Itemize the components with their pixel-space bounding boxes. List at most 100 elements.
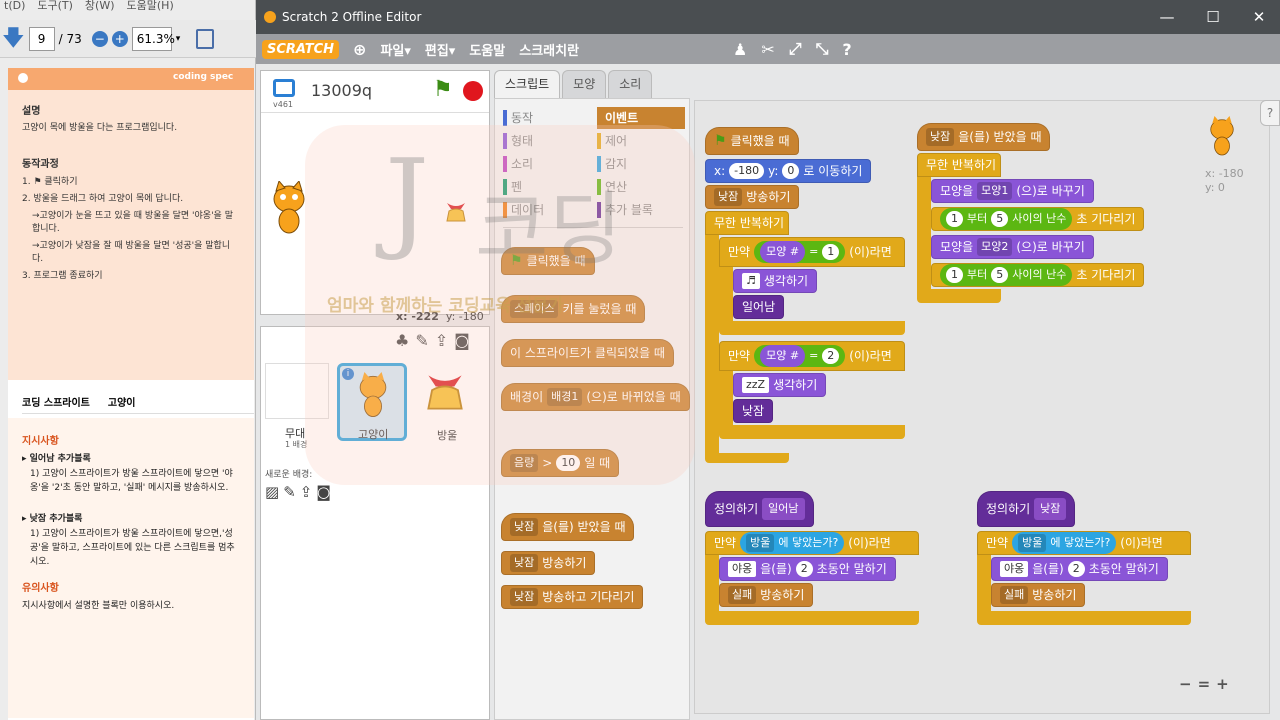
s1-call-nap[interactable]: 낮잠	[733, 399, 774, 423]
s1-if2-condition[interactable]: 모양 # = 2	[754, 345, 846, 367]
help-sidebar-icon[interactable]: ?	[1260, 100, 1280, 126]
palette-when-flag-clicked[interactable]: ⚑ 클릭했을 때	[501, 247, 595, 275]
shrink-icon[interactable]: ⤡	[816, 39, 829, 59]
s3-touching[interactable]: 방울 에 닿았는가?	[740, 532, 845, 554]
block-help-icon[interactable]: ?	[842, 40, 851, 59]
grow-icon[interactable]: ⤢	[789, 39, 802, 59]
zoom-out-icon[interactable]: −	[91, 30, 108, 47]
s1-when-flag-clicked[interactable]: ⚑ 클릭했을 때	[705, 127, 799, 155]
page-number-input[interactable]: 9	[28, 26, 55, 51]
green-flag-icon[interactable]: ⚑	[433, 77, 453, 102]
s3-say[interactable]: 야옹 을(를) 2 초동안 말하기	[719, 557, 896, 581]
duplicate-icon[interactable]: ♟	[733, 40, 747, 59]
menu-edit[interactable]: 편집▾	[425, 40, 455, 59]
s3-if[interactable]: 만약 방울 에 닿았는가? (이)라면	[705, 531, 919, 555]
sprite-thumb-cat[interactable]: i 고양이	[337, 363, 407, 441]
pdf-toolbar: 🡇 9 / 73 − + 61.3% ▾	[0, 20, 256, 58]
stage-cat-sprite[interactable]	[269, 179, 309, 237]
menu-item-view[interactable]: t(D)	[4, 0, 25, 14]
zoom-out-button[interactable]: −	[1179, 675, 1192, 693]
s1-think1[interactable]: ♬ 생각하기	[733, 269, 818, 293]
s2-wait1[interactable]: 1 부터 5 사이의 난수 초 기다리기	[931, 207, 1145, 231]
upload-backdrop-icon[interactable]: ⇪	[300, 483, 313, 501]
category-looks[interactable]: 형태	[503, 130, 591, 152]
palette-broadcast-and-wait[interactable]: 낮잠 방송하고 기다리기	[501, 585, 644, 609]
category-motion[interactable]: 동작	[503, 107, 591, 129]
paint-new-sprite-icon[interactable]: ✎	[415, 331, 428, 350]
menu-file[interactable]: 파일▾	[380, 40, 410, 59]
sprite-thumb-bell[interactable]: 방울	[411, 363, 481, 442]
category-data[interactable]: 데이터	[503, 199, 591, 221]
menu-item-window[interactable]: 창(W)	[85, 0, 115, 14]
cut-icon[interactable]: ✂	[761, 40, 774, 59]
backdrop-camera-icon[interactable]: ◙	[316, 483, 331, 501]
s3-define[interactable]: 정의하기 일어남	[705, 491, 814, 527]
zoom-reset-button[interactable]: =	[1198, 675, 1211, 693]
minimize-icon[interactable]: —	[1144, 0, 1190, 34]
save-icon[interactable]	[196, 28, 215, 49]
s4-say[interactable]: 야옹 을(를) 2 초동안 말하기	[991, 557, 1168, 581]
s1-broadcast[interactable]: 낮잠 방송하기	[705, 185, 800, 209]
new-sprite-library-icon[interactable]: ♣	[395, 331, 409, 350]
s1-goto-xy[interactable]: x: -180 y: 0 로 이동하기	[705, 159, 872, 183]
zoom-select[interactable]: 61.3%	[131, 26, 175, 51]
s1-think2[interactable]: zzZ 생각하기	[733, 373, 827, 397]
s1-if1[interactable]: 만약 모양 # = 1 (이)라면	[719, 237, 905, 267]
tab-scripts[interactable]: 스크립트	[494, 70, 561, 98]
fullscreen-icon[interactable]	[273, 79, 295, 97]
s1-if1-condition[interactable]: 모양 # = 1	[754, 241, 846, 263]
palette-when-backdrop-switches[interactable]: 배경이 배경1 (으)로 바뀌었을 때	[501, 383, 690, 411]
project-name-input[interactable]: 13009q	[311, 81, 372, 100]
palette-when-sprite-clicked[interactable]: 이 스프라이트가 클릭되었을 때	[501, 339, 674, 367]
category-events[interactable]: 이벤트	[597, 107, 685, 129]
palette-broadcast[interactable]: 낮잠 방송하기	[501, 551, 596, 575]
palette-when-key-pressed[interactable]: 스페이스 키를 눌렀을 때	[501, 295, 646, 323]
close-icon[interactable]: ✕	[1236, 0, 1280, 34]
stage-thumbnail[interactable]	[265, 363, 329, 419]
category-control[interactable]: 제어	[597, 130, 685, 152]
category-pen[interactable]: 펜	[503, 176, 591, 198]
category-more-blocks[interactable]: 추가 블록	[597, 199, 685, 221]
s2-switch-costume1[interactable]: 모양을 모양1 (으)로 바꾸기	[931, 179, 1094, 203]
tab-sounds[interactable]: 소리	[608, 70, 653, 98]
s2-forever[interactable]: 무한 반복하기	[917, 153, 1001, 177]
s2-switch-costume2[interactable]: 모양을 모양2 (으)로 바꾸기	[931, 235, 1094, 259]
s2-random1[interactable]: 1 부터 5 사이의 난수	[940, 208, 1073, 230]
s1-forever[interactable]: 무한 반복하기	[705, 211, 789, 235]
s2-when-receive[interactable]: 낮잠 을(를) 받았을 때	[917, 123, 1051, 151]
next-page-icon[interactable]: 🡇	[2, 27, 25, 50]
palette-when-loudness[interactable]: 음량 > 10 일 때	[501, 449, 620, 477]
s2-random2[interactable]: 1 부터 5 사이의 난수	[940, 264, 1073, 286]
palette-when-receive[interactable]: 낮잠 을(를) 받았을 때	[501, 513, 635, 541]
tab-costumes[interactable]: 모양	[562, 70, 607, 98]
maximize-icon[interactable]: ☐	[1190, 0, 1236, 34]
s4-touching[interactable]: 방울 에 닿았는가?	[1012, 532, 1117, 554]
scratch-logo[interactable]: SCRATCH	[262, 39, 340, 59]
category-operators[interactable]: 연산	[597, 176, 685, 198]
backdrop-library-icon[interactable]: ▨	[265, 483, 279, 501]
script-area[interactable]: x: -180 y: 0 ⚑ 클릭했을 때 x: -180 y: 0 로 이동하…	[694, 100, 1270, 714]
category-sound[interactable]: 소리	[503, 153, 591, 175]
s1-if2[interactable]: 만약 모양 # = 2 (이)라면	[719, 341, 905, 371]
paint-backdrop-icon[interactable]: ✎	[283, 483, 296, 501]
upload-sprite-icon[interactable]: ⇪	[435, 331, 448, 350]
stage-bell-sprite[interactable]	[443, 199, 469, 225]
dropdown-arrow-icon[interactable]: ▾	[176, 34, 181, 44]
menu-item-help[interactable]: 도움말(H)	[127, 0, 174, 14]
s4-define[interactable]: 정의하기 낮잠	[977, 491, 1076, 527]
s2-wait2[interactable]: 1 부터 5 사이의 난수 초 기다리기	[931, 263, 1145, 287]
s1-call-wake[interactable]: 일어남	[733, 295, 785, 319]
camera-icon[interactable]: ◙	[454, 331, 470, 350]
globe-icon[interactable]: ⊕	[353, 40, 366, 59]
menu-help[interactable]: 도움말	[469, 40, 505, 59]
stop-icon[interactable]	[463, 81, 483, 101]
menu-item-tools[interactable]: 도구(T)	[37, 0, 73, 14]
menu-about[interactable]: 스크래치란	[519, 40, 579, 59]
category-sensing[interactable]: 감지	[597, 153, 685, 175]
s3-broadcast[interactable]: 실패 방송하기	[719, 583, 814, 607]
zoom-in-icon[interactable]: +	[111, 30, 128, 47]
s4-if[interactable]: 만약 방울 에 닿았는가? (이)라면	[977, 531, 1191, 555]
info-icon[interactable]: i	[342, 368, 354, 380]
zoom-in-button[interactable]: +	[1216, 675, 1229, 693]
s4-broadcast[interactable]: 실패 방송하기	[991, 583, 1086, 607]
